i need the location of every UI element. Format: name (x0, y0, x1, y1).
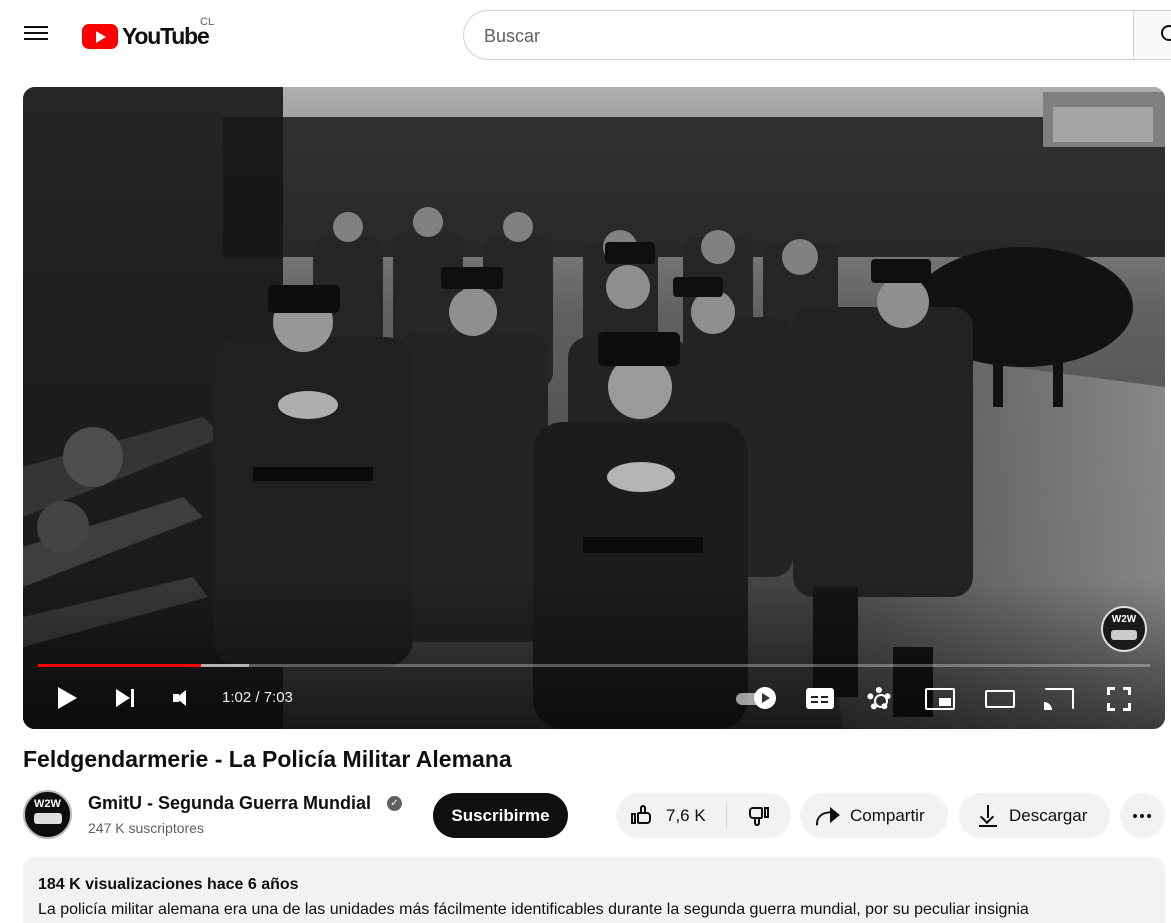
subscriber-count: 247 K suscriptores (88, 820, 204, 836)
volume-icon[interactable] (173, 690, 193, 706)
youtube-logo[interactable]: YouTube (82, 22, 210, 50)
view-count-date: 184 K visualizaciones hace 6 años (38, 876, 299, 893)
search-icon (1161, 25, 1171, 41)
like-count: 7,6 K (666, 806, 706, 825)
like-dislike-group: 7,6 K (616, 793, 791, 838)
menu-icon[interactable] (22, 21, 54, 49)
more-horizontal-icon (1133, 814, 1137, 818)
progress-played (38, 664, 202, 667)
search-button[interactable] (1133, 10, 1171, 60)
verified-icon: ✓ (387, 796, 402, 811)
description-box[interactable]: 184 K visualizaciones hace 6 años La pol… (23, 857, 1165, 923)
subtitles-icon[interactable] (806, 688, 834, 709)
subscribe-button[interactable]: Suscribirme (433, 793, 568, 838)
next-icon[interactable] (116, 689, 138, 707)
thumbs-down-icon (747, 806, 769, 826)
share-label: Compartir (850, 806, 925, 825)
youtube-play-logo-icon (82, 23, 118, 49)
channel-watermark[interactable]: W2W (1101, 606, 1147, 652)
country-code: CL (200, 16, 215, 28)
channel-name[interactable]: GmitU - Segunda Guerra Mundial (88, 793, 371, 814)
tank-icon (33, 813, 62, 824)
fullscreen-icon[interactable] (1107, 687, 1131, 711)
download-button[interactable]: Descargar (959, 793, 1110, 838)
video-player[interactable]: W2W 1:02 / 7:03 (23, 87, 1165, 729)
search-box (463, 10, 1171, 60)
theater-icon[interactable] (985, 690, 1015, 708)
miniplayer-icon[interactable] (925, 688, 955, 710)
download-label: Descargar (1009, 806, 1088, 825)
search-input[interactable] (484, 23, 1084, 49)
dislike-button[interactable] (727, 793, 791, 838)
cast-icon[interactable] (1044, 688, 1074, 710)
play-icon[interactable] (58, 687, 77, 709)
watermark-text: W2W (1111, 614, 1137, 625)
description-text: La policía militar alemana era una de la… (38, 901, 1029, 918)
more-actions-button[interactable] (1120, 793, 1165, 838)
tank-icon (1111, 630, 1137, 640)
logo-text: YouTube (122, 22, 210, 49)
progress-bar[interactable] (38, 664, 1150, 667)
avatar-text: W2W (34, 798, 61, 810)
download-icon (979, 805, 997, 827)
share-button[interactable]: Compartir (800, 793, 948, 838)
autoplay-toggle[interactable] (736, 687, 778, 709)
settings-icon[interactable] (867, 687, 891, 711)
autoplay-play-icon (754, 687, 776, 709)
video-title: Feldgendarmerie - La Policía Militar Ale… (23, 746, 512, 772)
like-button[interactable]: 7,6 K (616, 793, 726, 838)
time-display: 1:02 / 7:03 (222, 689, 293, 706)
share-icon (816, 806, 840, 824)
thumbs-up-icon (631, 805, 653, 825)
top-bar: YouTube CL (0, 0, 1171, 70)
channel-avatar[interactable]: W2W (23, 790, 72, 839)
